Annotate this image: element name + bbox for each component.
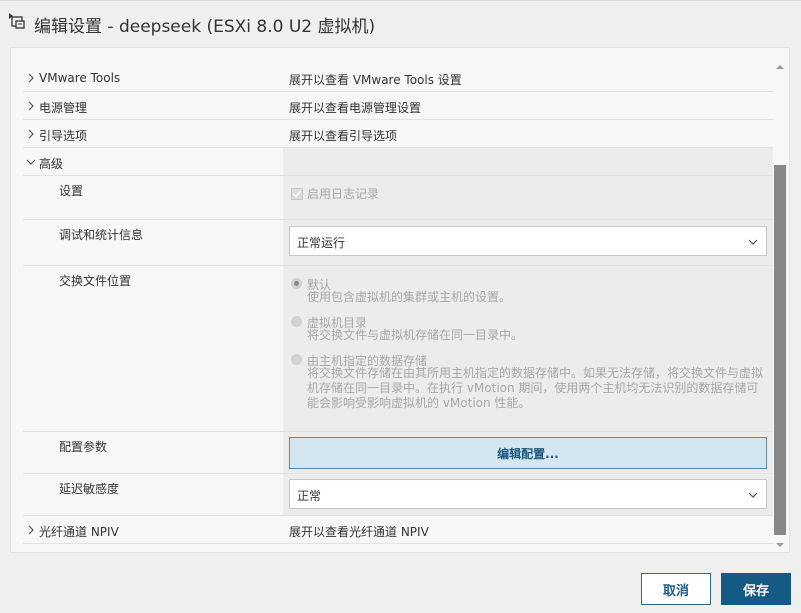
latency-label: 延迟敏感度 bbox=[59, 482, 120, 496]
fc-npiv-label: 光纤通道 NPIV bbox=[39, 525, 119, 539]
checkbox-box bbox=[291, 187, 303, 200]
edit-settings-dialog: 编辑设置 - deepseek (ESXi 8.0 U2 虚拟机) VMware… bbox=[0, 0, 801, 613]
power-management-label: 电源管理 bbox=[39, 101, 88, 115]
row-advanced[interactable]: 高级 bbox=[23, 148, 773, 176]
chevron-down-icon[interactable] bbox=[26, 157, 36, 167]
settings-rows: VMware Tools 展开以查看 VMware Tools 设置 电源管理 … bbox=[23, 64, 773, 544]
power-management-value: 展开以查看电源管理设置 bbox=[289, 101, 422, 115]
row-debug-stats: 调试和统计信息 正常运行 bbox=[23, 220, 773, 266]
save-button[interactable]: 保存 bbox=[721, 573, 791, 605]
edit-config-button[interactable]: 编辑配置... bbox=[289, 437, 767, 469]
advanced-label: 高级 bbox=[39, 157, 64, 171]
config-params-label: 配置参数 bbox=[59, 440, 108, 454]
swap-option-desc: 将交换文件存储在由其所用主机指定的数据存储中。如果无法存储，将交换文件与虚拟机存… bbox=[307, 366, 764, 410]
swap-option-desc: 将交换文件与虚拟机存储在同一目录中。 bbox=[307, 328, 524, 342]
enable-logging-label: 启用日志记录 bbox=[307, 187, 380, 201]
debug-stats-label: 调试和统计信息 bbox=[59, 228, 144, 242]
chevron-down-icon bbox=[748, 239, 758, 245]
radio-default bbox=[291, 278, 302, 289]
settings-panel: VMware Tools 展开以查看 VMware Tools 设置 电源管理 … bbox=[10, 47, 790, 553]
vmware-tools-label: VMware Tools bbox=[39, 71, 121, 85]
debug-stats-value: 正常运行 bbox=[297, 236, 346, 250]
row-config-params: 配置参数 编辑配置... bbox=[23, 432, 773, 474]
scroll-up-icon[interactable] bbox=[773, 61, 787, 73]
scroll-down-icon[interactable] bbox=[773, 539, 787, 551]
radio-vm-directory bbox=[291, 316, 302, 327]
boot-options-label: 引导选项 bbox=[39, 129, 88, 143]
chevron-right-icon[interactable] bbox=[26, 129, 36, 139]
settings-label: 设置 bbox=[59, 184, 84, 198]
latency-value: 正常 bbox=[297, 489, 322, 503]
check-icon bbox=[292, 189, 302, 198]
row-swap-file-location: 交换文件位置 默认 使用包含虚拟机的集群或主机的设置。 虚拟机目录 将交换文件与… bbox=[23, 266, 773, 432]
swap-option-desc: 使用包含虚拟机的集群或主机的设置。 bbox=[307, 290, 512, 304]
fc-npiv-value: 展开以查看光纤通道 NPIV bbox=[289, 525, 429, 539]
enable-logging-checkbox[interactable]: 启用日志记录 bbox=[291, 185, 379, 202]
chevron-down-icon bbox=[748, 492, 758, 498]
row-boot-options[interactable]: 引导选项 展开以查看引导选项 bbox=[23, 120, 773, 148]
cancel-button[interactable]: 取消 bbox=[641, 573, 711, 605]
vm-edit-icon bbox=[9, 13, 25, 29]
vmware-tools-value: 展开以查看 VMware Tools 设置 bbox=[289, 73, 462, 87]
chevron-right-icon[interactable] bbox=[26, 101, 36, 111]
boot-options-value: 展开以查看引导选项 bbox=[289, 129, 398, 143]
row-latency-sensitivity: 延迟敏感度 正常 bbox=[23, 474, 773, 516]
latency-select[interactable]: 正常 bbox=[289, 479, 767, 509]
scrollbar-thumb[interactable] bbox=[774, 165, 786, 535]
radio-host-datastore bbox=[291, 354, 302, 365]
vertical-scrollbar[interactable] bbox=[773, 61, 787, 551]
debug-stats-select[interactable]: 正常运行 bbox=[289, 226, 767, 256]
chevron-right-icon[interactable] bbox=[26, 73, 36, 83]
chevron-right-icon[interactable] bbox=[26, 525, 36, 535]
row-fc-npiv[interactable]: 光纤通道 NPIV 展开以查看光纤通道 NPIV bbox=[23, 516, 773, 544]
swap-file-label: 交换文件位置 bbox=[59, 274, 132, 288]
title-bar: 编辑设置 - deepseek (ESXi 8.0 U2 虚拟机) bbox=[0, 1, 801, 47]
row-vmware-tools[interactable]: VMware Tools 展开以查看 VMware Tools 设置 bbox=[23, 64, 773, 92]
dialog-title: 编辑设置 - deepseek (ESXi 8.0 U2 虚拟机) bbox=[34, 17, 376, 37]
row-settings: 设置 启用日志记录 bbox=[23, 176, 773, 220]
row-power-management[interactable]: 电源管理 展开以查看电源管理设置 bbox=[23, 92, 773, 120]
